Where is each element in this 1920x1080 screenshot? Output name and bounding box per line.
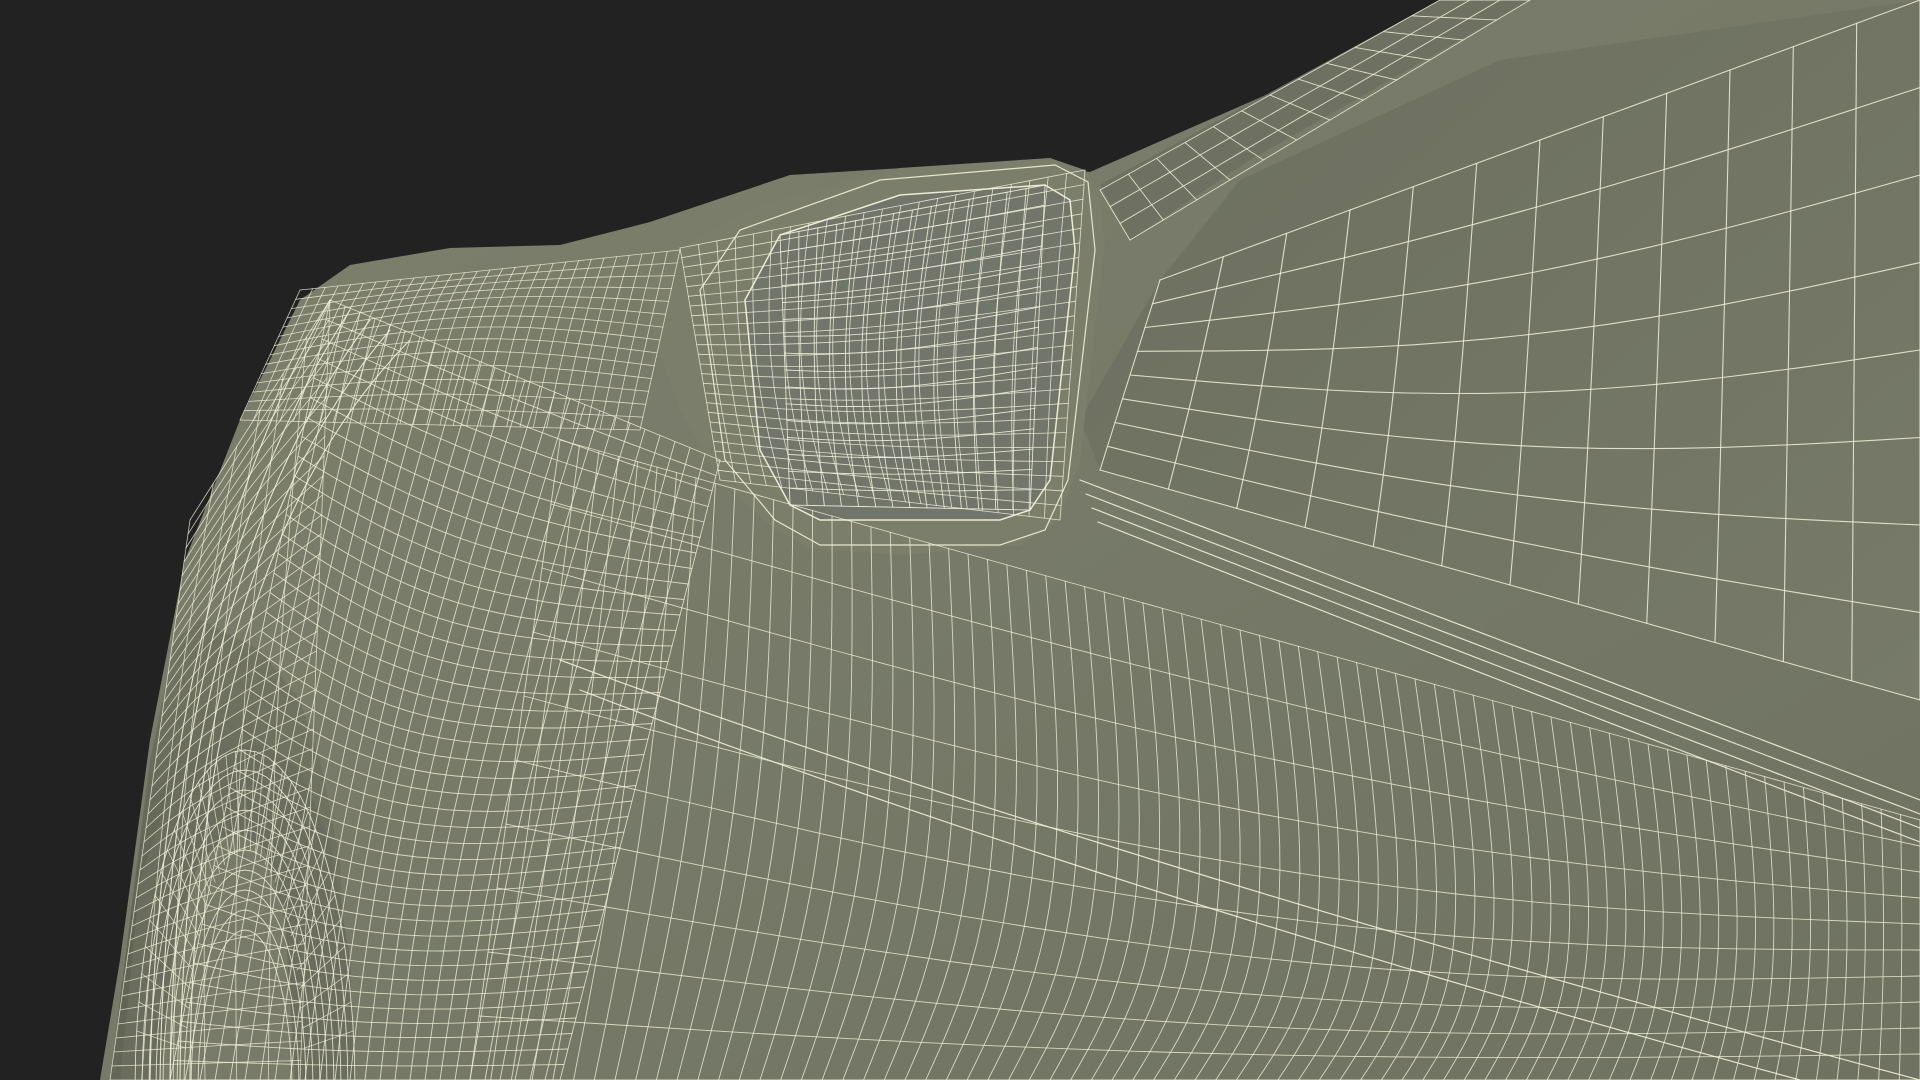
car-wireframe-render <box>0 0 1920 1080</box>
wireframe-viewport <box>0 0 1920 1080</box>
